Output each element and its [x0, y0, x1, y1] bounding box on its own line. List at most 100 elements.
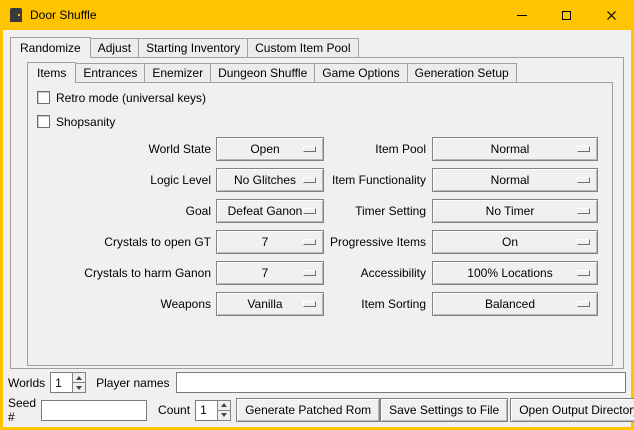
save-settings-button[interactable]: Save Settings to File: [380, 398, 508, 422]
arrow-down-icon: [221, 413, 227, 417]
player-names-input[interactable]: [176, 372, 627, 393]
subtab-generation-setup[interactable]: Generation Setup: [407, 63, 517, 82]
dropdown-indicator-icon: [577, 177, 590, 183]
options-grid: World State Open Item Pool Normal: [28, 137, 612, 316]
arrow-down-icon: [76, 386, 82, 390]
tab-starting-inventory[interactable]: Starting Inventory: [138, 38, 248, 57]
progressive-items-label: Progressive Items: [324, 235, 426, 249]
seed-row: Seed # Count 1 Generate Patched Rom Save…: [8, 398, 626, 422]
items-pane: Retro mode (universal keys) Shopsanity W…: [27, 82, 613, 366]
window-title: Door Shuffle: [30, 8, 97, 22]
subtab-entrances[interactable]: Entrances: [75, 63, 145, 82]
dropdown-indicator-icon: [577, 301, 590, 307]
checkbox-retro-mode[interactable]: Retro mode (universal keys): [37, 89, 612, 106]
generate-patched-rom-button[interactable]: Generate Patched Rom: [236, 398, 380, 422]
item-pool-dropdown[interactable]: Normal: [432, 137, 598, 161]
dropdown-indicator-icon: [577, 239, 590, 245]
option-row: Crystals to open GT 7 Progressive Items …: [28, 230, 612, 254]
checkbox-shopsanity[interactable]: Shopsanity: [37, 113, 612, 130]
item-functionality-label: Item Functionality: [324, 173, 426, 187]
world-state-dropdown[interactable]: Open: [216, 137, 324, 161]
item-functionality-dropdown[interactable]: Normal: [432, 168, 598, 192]
checkbox-icon: [37, 91, 50, 104]
main-tab-bar: Randomize Adjust Starting Inventory Cust…: [10, 37, 624, 57]
count-value[interactable]: 1: [195, 400, 217, 421]
crystals-gt-label: Crystals to open GT: [28, 235, 211, 249]
weapons-label: Weapons: [28, 297, 211, 311]
maximize-icon: [562, 11, 571, 20]
close-button[interactable]: [589, 0, 634, 30]
subtab-items[interactable]: Items: [27, 62, 76, 83]
seed-label: Seed #: [8, 396, 36, 424]
dropdown-indicator-icon: [303, 208, 316, 214]
weapons-dropdown[interactable]: Vanilla: [216, 292, 324, 316]
logic-level-dropdown[interactable]: No Glitches: [216, 168, 324, 192]
worlds-value[interactable]: 1: [50, 372, 72, 393]
close-icon: [606, 10, 617, 21]
worlds-label: Worlds: [8, 376, 45, 390]
worlds-spin-up-button[interactable]: [72, 372, 86, 383]
goal-label: Goal: [28, 204, 211, 218]
subtab-dungeon-shuffle[interactable]: Dungeon Shuffle: [210, 63, 315, 82]
open-output-directory-button[interactable]: Open Output Directory: [510, 398, 634, 422]
dropdown-indicator-icon: [303, 301, 316, 307]
bottom-controls: Worlds 1 Player names Seed # Count 1: [8, 372, 626, 422]
accessibility-dropdown[interactable]: 100% Locations: [432, 261, 598, 285]
dropdown-indicator-icon: [577, 146, 590, 152]
tab-custom-item-pool[interactable]: Custom Item Pool: [247, 38, 358, 57]
minimize-icon: [517, 15, 527, 16]
option-row: Goal Defeat Ganon Timer Setting No Timer: [28, 199, 612, 223]
checkbox-label: Retro mode (universal keys): [56, 91, 206, 105]
checkbox-label: Shopsanity: [56, 115, 115, 129]
app-icon: [10, 8, 22, 22]
dropdown-indicator-icon: [577, 270, 590, 276]
subtab-enemizer[interactable]: Enemizer: [144, 63, 211, 82]
crystals-ganon-label: Crystals to harm Ganon: [28, 266, 211, 280]
timer-setting-label: Timer Setting: [324, 204, 426, 218]
worlds-spinner[interactable]: 1: [50, 372, 86, 393]
worlds-row: Worlds 1 Player names: [8, 372, 626, 393]
timer-setting-dropdown[interactable]: No Timer: [432, 199, 598, 223]
maximize-button[interactable]: [544, 0, 589, 30]
minimize-button[interactable]: [499, 0, 544, 30]
progressive-items-dropdown[interactable]: On: [432, 230, 598, 254]
dropdown-indicator-icon: [577, 208, 590, 214]
tab-randomize[interactable]: Randomize: [10, 37, 91, 58]
worlds-spin-down-button[interactable]: [72, 383, 86, 393]
crystals-ganon-dropdown[interactable]: 7: [216, 261, 324, 285]
count-spin-down-button[interactable]: [217, 411, 231, 421]
option-row: World State Open Item Pool Normal: [28, 137, 612, 161]
count-spin-up-button[interactable]: [217, 400, 231, 411]
dropdown-indicator-icon: [303, 177, 316, 183]
app-window: Door Shuffle Randomize Adjust Starting I…: [0, 0, 634, 430]
item-pool-label: Item Pool: [324, 142, 426, 156]
item-sorting-label: Item Sorting: [324, 297, 426, 311]
count-label: Count: [158, 403, 190, 417]
title-bar[interactable]: Door Shuffle: [0, 0, 634, 30]
player-names-label: Player names: [96, 376, 169, 390]
tab-adjust[interactable]: Adjust: [90, 38, 139, 57]
accessibility-label: Accessibility: [324, 266, 426, 280]
client-area: Randomize Adjust Starting Inventory Cust…: [3, 30, 631, 427]
seed-input[interactable]: [41, 400, 147, 421]
count-spinner[interactable]: 1: [195, 400, 231, 421]
checkbox-icon: [37, 115, 50, 128]
arrow-up-icon: [76, 376, 82, 380]
dropdown-indicator-icon: [303, 239, 316, 245]
option-row: Weapons Vanilla Item Sorting Balanced: [28, 292, 612, 316]
crystals-gt-dropdown[interactable]: 7: [216, 230, 324, 254]
option-row: Logic Level No Glitches Item Functionali…: [28, 168, 612, 192]
dropdown-indicator-icon: [303, 146, 316, 152]
arrow-up-icon: [221, 403, 227, 407]
goal-dropdown[interactable]: Defeat Ganon: [216, 199, 324, 223]
sub-tab-bar: Items Entrances Enemizer Dungeon Shuffle…: [27, 62, 613, 82]
dropdown-indicator-icon: [303, 270, 316, 276]
item-sorting-dropdown[interactable]: Balanced: [432, 292, 598, 316]
main-notebook: Randomize Adjust Starting Inventory Cust…: [10, 37, 624, 369]
randomize-sub-notebook: Items Entrances Enemizer Dungeon Shuffle…: [27, 62, 613, 366]
caption-buttons: [499, 0, 634, 30]
world-state-label: World State: [28, 142, 211, 156]
subtab-game-options[interactable]: Game Options: [314, 63, 407, 82]
option-row: Crystals to harm Ganon 7 Accessibility 1…: [28, 261, 612, 285]
randomize-pane: Items Entrances Enemizer Dungeon Shuffle…: [10, 57, 624, 369]
